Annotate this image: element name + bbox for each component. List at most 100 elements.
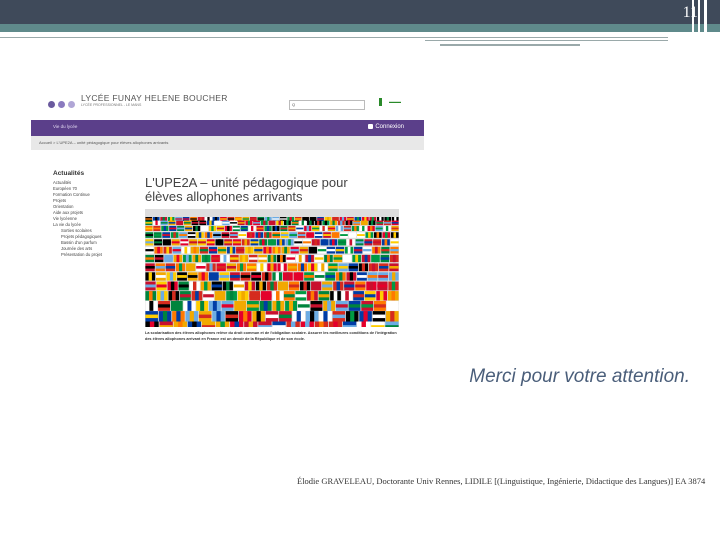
flag-tile	[386, 311, 399, 322]
flag-tile	[217, 246, 227, 254]
flag-tile	[212, 311, 225, 322]
site-search-input[interactable]: Q	[289, 100, 365, 110]
flag-tile	[277, 281, 289, 291]
site-login-button[interactable]: Connexion	[368, 124, 404, 130]
flag-tile	[264, 217, 272, 221]
flag-tile	[215, 321, 230, 327]
flag-tile	[245, 246, 254, 254]
flag-tile	[203, 291, 214, 301]
flag-tile	[230, 272, 240, 281]
slide-header-band	[0, 0, 720, 24]
flag-tile	[311, 281, 322, 291]
site-intro-text: La scolarisation des élèves allophones r…	[145, 331, 397, 341]
flag-tile	[176, 220, 184, 226]
flag-tile	[359, 225, 367, 232]
flag-tile	[272, 300, 285, 311]
flag-tile	[347, 217, 354, 221]
flag-tile	[198, 311, 212, 322]
flag-tile	[155, 263, 165, 272]
flag-tile	[307, 263, 318, 272]
flag-tile	[265, 311, 279, 322]
flag-tile	[160, 220, 168, 226]
flag-tile	[153, 220, 160, 226]
flag-tile	[389, 263, 399, 272]
site-partner-logo: ▬▬▬	[379, 98, 401, 106]
flag-tile	[256, 225, 264, 232]
flag-tile	[164, 254, 173, 263]
flag-tile	[368, 220, 376, 226]
flag-tile	[234, 300, 247, 311]
site-nav-item[interactable]: Vie du lycée	[53, 124, 77, 129]
flag-tile	[389, 254, 399, 263]
flag-tile	[247, 300, 259, 311]
flag-tile	[297, 263, 308, 272]
flag-tile	[230, 321, 244, 327]
flag-tile	[145, 232, 154, 238]
flag-tile	[280, 225, 288, 232]
flag-tile	[247, 232, 255, 238]
flag-tile	[305, 254, 314, 263]
flag-tile	[309, 217, 317, 221]
flag-tile	[374, 300, 386, 311]
flag-tile	[244, 321, 258, 327]
flag-tile	[145, 291, 157, 301]
logo-dot	[48, 101, 55, 108]
flag-tile	[196, 300, 209, 311]
flag-tile	[327, 225, 336, 232]
flag-tile	[166, 272, 177, 281]
flag-tile	[388, 281, 399, 291]
flag-tile	[322, 220, 330, 226]
flag-tile	[379, 263, 389, 272]
flag-tile	[248, 225, 256, 232]
flag-tile	[277, 263, 287, 272]
flag-tile	[145, 217, 153, 221]
flag-tile	[287, 263, 297, 272]
flag-tile	[183, 220, 191, 226]
flag-tile	[145, 246, 154, 254]
flag-tile	[250, 239, 259, 246]
site-sidebar-item[interactable]: Présentation du projet	[53, 252, 153, 258]
flag-tile	[145, 311, 158, 322]
header-rule-2	[425, 40, 668, 41]
site-subtitle: LYCÉE PROFESSIONNEL - LE MANS	[81, 103, 142, 107]
flag-tile	[199, 220, 207, 226]
user-icon	[368, 124, 374, 129]
flag-tile	[369, 217, 377, 221]
site-login-label: Connexion	[375, 124, 404, 131]
flag-tile	[237, 220, 245, 226]
flag-tile	[376, 220, 384, 226]
site-breadcrumb[interactable]: Accueil > L'UPE2A – unité pédagogique po…	[39, 140, 168, 145]
flag-tile	[216, 263, 226, 272]
flag-tile	[226, 291, 237, 301]
flag-tile	[267, 263, 277, 272]
flag-tile	[330, 220, 338, 226]
flag-tile	[289, 232, 297, 238]
flag-tile	[255, 281, 267, 291]
flag-tile	[348, 263, 358, 272]
flag-tile	[154, 239, 163, 246]
flag-tile	[374, 232, 382, 238]
flag-tile	[371, 254, 380, 263]
flag-tile	[332, 311, 346, 322]
flag-tile	[372, 311, 386, 322]
flag-tile	[240, 272, 251, 281]
flag-tile	[335, 246, 345, 254]
flag-tile	[208, 246, 218, 254]
flag-tile	[306, 232, 314, 238]
flag-tile	[260, 220, 268, 226]
flag-tile	[178, 281, 189, 291]
flag-tile	[328, 263, 338, 272]
flag-tile	[154, 254, 164, 263]
flag-tile	[230, 232, 238, 238]
flag-tile	[354, 217, 362, 221]
flag-tile	[197, 217, 205, 221]
flag-tile	[162, 232, 170, 238]
flag-tile	[233, 281, 244, 291]
flag-tile	[145, 254, 155, 263]
header-rule-3	[440, 44, 580, 46]
flag-tile	[357, 232, 365, 238]
flag-tile	[196, 263, 206, 272]
flag-tile	[173, 321, 187, 327]
flag-tile	[196, 232, 204, 238]
flag-tile	[310, 300, 323, 311]
